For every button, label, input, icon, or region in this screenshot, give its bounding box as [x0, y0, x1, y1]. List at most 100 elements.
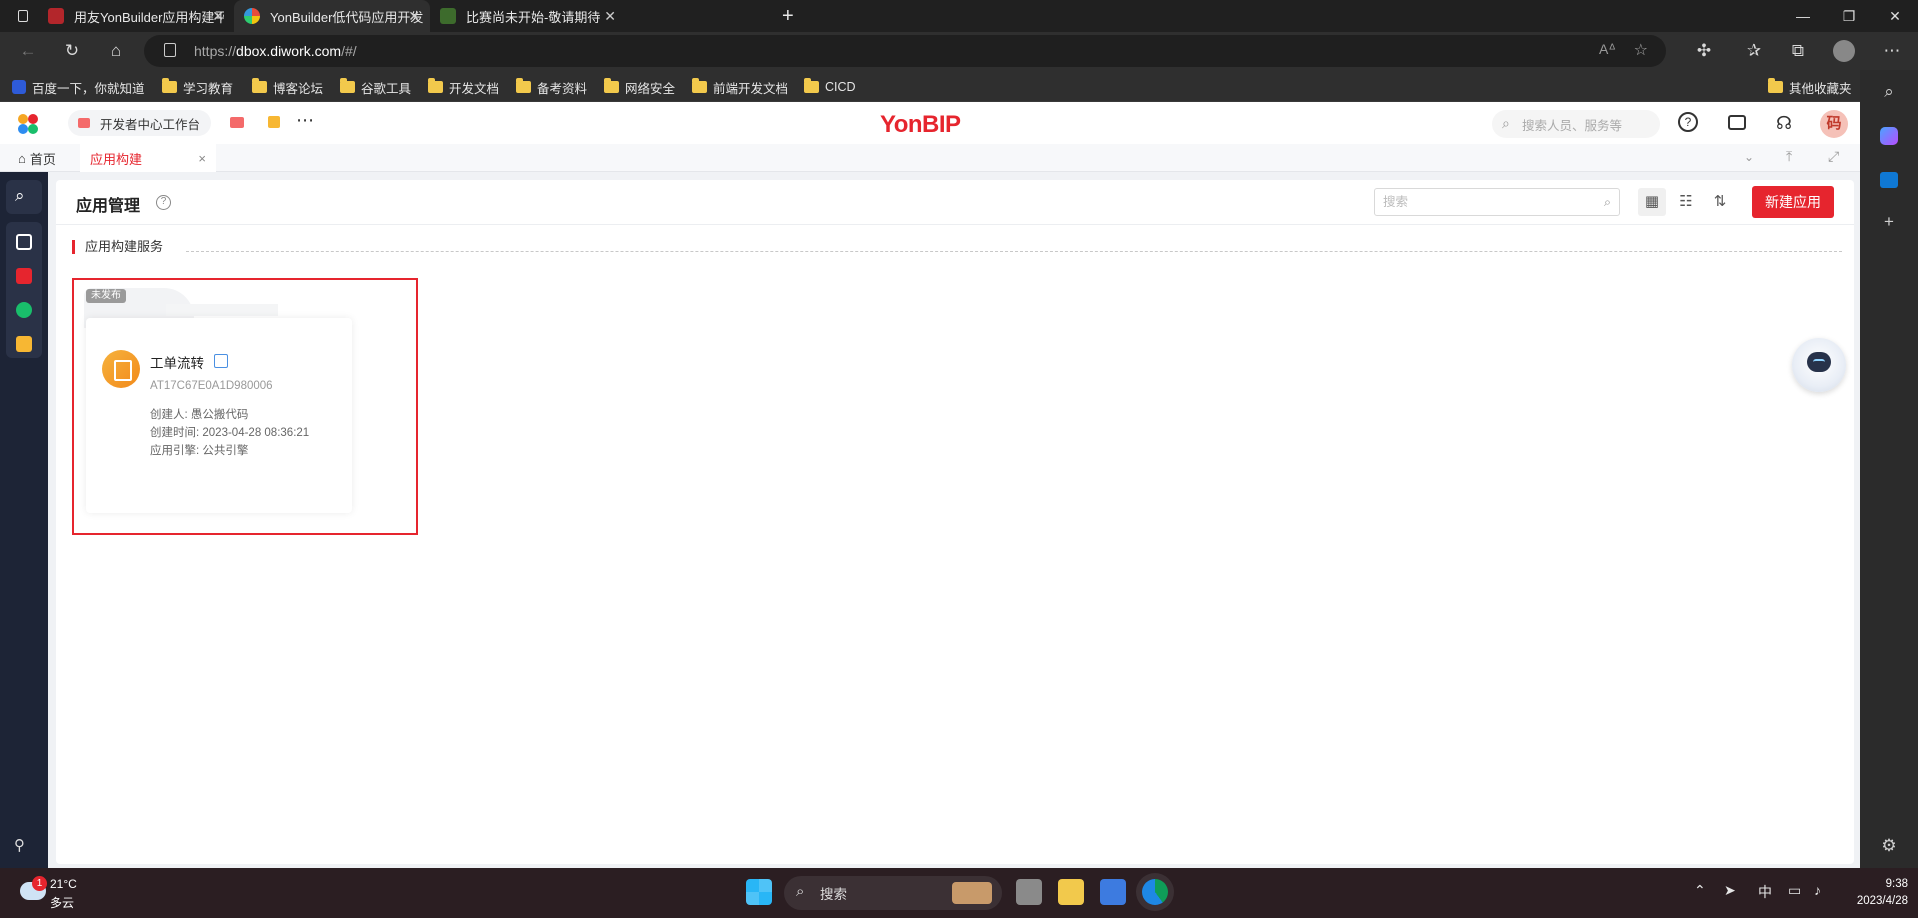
- taskbar-search[interactable]: ⌕ 搜索: [784, 876, 1002, 910]
- address-bar[interactable]: https://dbox.diwork.com/#/ Aᐞ ☆: [144, 35, 1666, 67]
- outlook-icon[interactable]: [1879, 170, 1899, 190]
- bookmark-baidu[interactable]: 百度一下，你就知道: [12, 78, 145, 96]
- app-launcher-logo-icon[interactable]: [17, 113, 39, 135]
- user-avatar[interactable]: 码: [1820, 110, 1848, 138]
- upload-icon[interactable]: ⤒: [1786, 148, 1792, 165]
- bookmark-folder[interactable]: 博客论坛: [252, 78, 323, 96]
- screen: 用友YonBuilder应用构建平台-可 ✕ YonBuilder低代码应用开发…: [0, 0, 1918, 918]
- chevron-up-icon[interactable]: ⌃: [1694, 882, 1706, 899]
- bookmark-label: 前端开发文档: [713, 81, 789, 96]
- bird-icon[interactable]: [16, 302, 32, 318]
- bookmark-folder[interactable]: 开发文档: [428, 78, 499, 96]
- task-view-icon[interactable]: [1016, 879, 1042, 905]
- app-folder-icon[interactable]: [16, 234, 32, 250]
- system-clock[interactable]: 9:38 2023/4/28: [1838, 876, 1908, 910]
- bookmark-folder[interactable]: 网络安全: [604, 78, 675, 96]
- grid-apps-icon[interactable]: [16, 268, 32, 284]
- help-icon[interactable]: ?: [1678, 112, 1700, 134]
- web-page: 开发者中心工作台 ⋯ YonBIP ⌕ 搜索人员、服务等 ? ☊ 码 ⌂ 首页 …: [0, 102, 1860, 868]
- yonbuilder-favicon-icon: [48, 8, 64, 24]
- bookmark-label: 网络安全: [625, 81, 676, 96]
- volume-icon[interactable]: ♪: [1814, 882, 1821, 898]
- bookmark-label: 百度一下，你就知道: [32, 81, 145, 96]
- favorite-star-icon[interactable]: ☆: [1634, 40, 1648, 60]
- browser-tab-2[interactable]: YonBuilder低代码应用开发 ✕: [234, 0, 430, 32]
- message-icon[interactable]: [1726, 112, 1748, 134]
- weather-widget[interactable]: 1 21°C 多云: [20, 876, 110, 910]
- global-search-input[interactable]: ⌕ 搜索人员、服务等: [1492, 110, 1660, 138]
- app-header: 开发者中心工作台 ⋯ YonBIP ⌕ 搜索人员、服务等 ? ☊ 码: [0, 102, 1860, 144]
- more-menu-icon[interactable]: ⋯: [1878, 38, 1906, 64]
- add-sidebar-app-icon[interactable]: +: [1879, 212, 1899, 232]
- new-tab-button[interactable]: +: [772, 0, 794, 32]
- help-icon[interactable]: ?: [156, 195, 171, 210]
- bookmark-label: 其他收藏夹: [1789, 81, 1852, 96]
- fullscreen-icon[interactable]: ⤢: [1828, 148, 1839, 165]
- close-window-icon[interactable]: ✕: [1872, 0, 1918, 32]
- section-divider: [186, 251, 1842, 252]
- app-creator: 创建人: 愚公搬代码: [150, 409, 249, 421]
- other-favorites-folder[interactable]: 其他收藏夹: [1768, 78, 1852, 96]
- bookmark-folder[interactable]: 备考资料: [516, 78, 587, 96]
- app-card[interactable]: 工单流转 AT17C67E0A1D980006 创建人: 愚公搬代码 创建时间:…: [86, 318, 352, 513]
- windows-start-icon[interactable]: [746, 879, 772, 905]
- display-icon[interactable]: ▭: [1788, 882, 1801, 899]
- minimize-icon[interactable]: —: [1780, 0, 1826, 32]
- sort-icon[interactable]: ⇅: [1706, 188, 1734, 216]
- tab-home[interactable]: ⌂ 首页: [18, 144, 56, 172]
- mail-icon[interactable]: [230, 117, 244, 128]
- document-icon: [214, 354, 228, 368]
- new-app-button[interactable]: 新建应用: [1752, 186, 1834, 218]
- highlight-box: 未发布 工单流转 AT17C67E0A1D980006 创建人: 愚公搬代码 创…: [72, 278, 418, 535]
- headset-support-icon[interactable]: ☊: [1773, 112, 1795, 134]
- pin-icon[interactable]: ⚲: [14, 836, 25, 854]
- tab-close-icon[interactable]: ✕: [212, 8, 224, 25]
- nav-search[interactable]: ⌕: [6, 180, 42, 214]
- bookmark-folder[interactable]: 前端开发文档: [692, 78, 788, 96]
- back-icon[interactable]: ←: [14, 38, 42, 64]
- app-search-input[interactable]: 搜索 ⌕: [1374, 188, 1620, 216]
- settings-gear-icon[interactable]: ⚙: [1879, 836, 1899, 856]
- more-apps-icon[interactable]: ⋯: [296, 110, 314, 131]
- tab-close-icon[interactable]: ×: [198, 151, 206, 166]
- windows-taskbar: 1 21°C 多云 ⌕ 搜索 ⌃ ➤ 中 ▭ ♪ 9:38 2023/4/28: [0, 868, 1918, 918]
- bookmark-folder[interactable]: 谷歌工具: [340, 78, 411, 96]
- page-title: 应用管理: [76, 198, 141, 215]
- refresh-icon[interactable]: ↻: [58, 38, 86, 64]
- bookmark-folder[interactable]: CICD: [804, 78, 856, 96]
- browser-tab-1[interactable]: 用友YonBuilder应用构建平台-可 ✕: [38, 0, 234, 32]
- note-icon[interactable]: [268, 116, 280, 128]
- chevron-down-icon[interactable]: ⌄: [1744, 150, 1754, 164]
- workbench-switcher[interactable]: 开发者中心工作台: [68, 110, 211, 136]
- copilot-icon[interactable]: [1879, 126, 1899, 146]
- list-view-icon[interactable]: ☷: [1672, 188, 1700, 216]
- store-icon[interactable]: [1100, 879, 1126, 905]
- favorites-icon[interactable]: ✰: [1740, 38, 1768, 64]
- restore-icon[interactable]: ❐: [1826, 0, 1872, 32]
- read-aloud-icon[interactable]: Aᐞ: [1599, 41, 1616, 58]
- home-icon[interactable]: ⌂: [102, 38, 130, 64]
- location-icon[interactable]: ➤: [1724, 882, 1736, 899]
- edge-browser-icon[interactable]: [1142, 879, 1168, 905]
- bookmark-label: CICD: [825, 80, 856, 94]
- extensions-icon[interactable]: ✣: [1690, 38, 1718, 64]
- grid-view-icon[interactable]: ▦: [1638, 188, 1666, 216]
- app-created-time: 创建时间: 2023-04-28 08:36:21: [150, 427, 310, 439]
- search-icon[interactable]: ⌕: [1879, 82, 1899, 102]
- file-explorer-icon[interactable]: [1058, 879, 1084, 905]
- bookmark-folder[interactable]: 学习教育: [162, 78, 233, 96]
- tab-actions-button[interactable]: [8, 0, 38, 32]
- bookmark-label: 备考资料: [537, 81, 588, 96]
- tab-close-icon[interactable]: ✕: [408, 8, 420, 25]
- tab-close-icon[interactable]: ✕: [604, 8, 616, 25]
- browser-toolbar: ← ↻ ⌂ https://dbox.diwork.com/#/ Aᐞ ☆ ✣ …: [0, 32, 1918, 70]
- chart-favicon-icon: [440, 8, 456, 24]
- tab-app-build[interactable]: 应用构建 ×: [80, 144, 216, 172]
- badge-icon[interactable]: [16, 336, 32, 352]
- ime-indicator[interactable]: 中: [1758, 882, 1772, 902]
- collections-icon[interactable]: ⧉: [1784, 38, 1812, 64]
- browser-tab-3[interactable]: 比赛尚未开始-敬请期待 ✕: [430, 0, 626, 32]
- profile-avatar-icon[interactable]: [1830, 38, 1858, 64]
- assistant-robot-icon[interactable]: [1792, 338, 1846, 392]
- folder-icon: [804, 78, 819, 93]
